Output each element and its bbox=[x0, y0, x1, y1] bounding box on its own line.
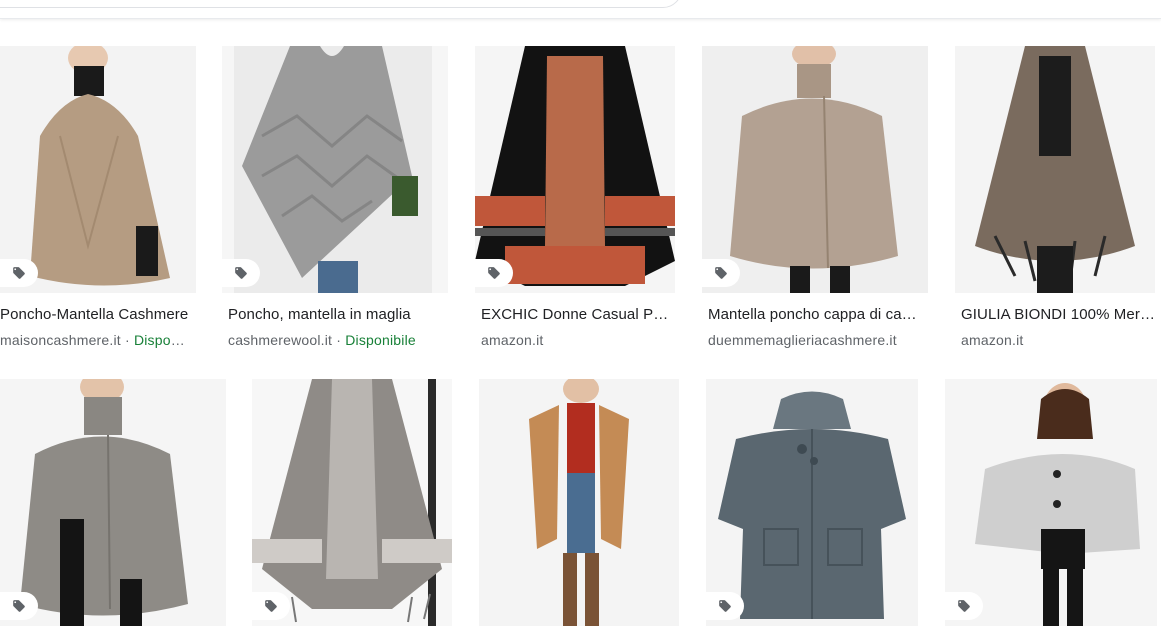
tag-badge bbox=[0, 592, 38, 620]
result-image[interactable] bbox=[706, 379, 918, 626]
tag-icon bbox=[958, 600, 970, 612]
tag-icon bbox=[13, 600, 25, 612]
tag-icon bbox=[235, 267, 247, 279]
result-card-7[interactable] bbox=[252, 379, 452, 637]
result-image[interactable] bbox=[955, 46, 1155, 293]
availability-label: Disponibile bbox=[133, 332, 190, 348]
tag-badge bbox=[945, 592, 983, 620]
result-source: maisoncashmere.it · Disponibile bbox=[0, 332, 190, 348]
result-image[interactable] bbox=[0, 46, 196, 293]
result-card-10[interactable] bbox=[945, 379, 1157, 637]
result-source: duemmemaglieriacashmere.it bbox=[708, 332, 924, 348]
tag-badge bbox=[222, 259, 260, 287]
result-card-8[interactable] bbox=[479, 379, 679, 637]
result-card-5[interactable]: GIULIA BIONDI 100% Merino amazon.it bbox=[955, 46, 1155, 351]
result-source: amazon.it bbox=[481, 332, 673, 348]
result-image[interactable] bbox=[702, 46, 928, 293]
result-title[interactable]: GIULIA BIONDI 100% Merino bbox=[961, 306, 1155, 323]
tag-badge bbox=[0, 259, 38, 287]
result-image[interactable] bbox=[0, 379, 226, 626]
source-domain: duemmemaglieriacashmere.it bbox=[708, 332, 897, 348]
tag-icon bbox=[488, 267, 500, 279]
result-image[interactable] bbox=[479, 379, 679, 626]
source-domain: maisoncashmere.it bbox=[0, 332, 121, 348]
search-box[interactable] bbox=[0, 0, 682, 8]
result-image[interactable] bbox=[222, 46, 448, 293]
result-title[interactable]: Poncho-Mantella Cashmere bbox=[0, 306, 190, 323]
availability-label: Disponibile bbox=[345, 332, 416, 348]
tag-icon bbox=[719, 600, 731, 612]
result-card-1[interactable]: Poncho-Mantella Cashmere maisoncashmere.… bbox=[0, 46, 196, 351]
tag-badge bbox=[252, 592, 290, 620]
result-card-3[interactable]: EXCHIC Donne Casual Poncho amazon.it bbox=[475, 46, 675, 351]
result-card-2[interactable]: Poncho, mantella in maglia cashmerewool.… bbox=[222, 46, 448, 351]
result-source: amazon.it bbox=[961, 332, 1155, 348]
result-card-6[interactable] bbox=[0, 379, 226, 637]
result-card-4[interactable]: Mantella poncho cappa di cashmere duemme… bbox=[702, 46, 928, 351]
tag-badge bbox=[706, 592, 744, 620]
header-bar bbox=[0, 0, 1161, 19]
result-title[interactable]: Poncho, mantella in maglia bbox=[228, 306, 444, 323]
source-domain: amazon.it bbox=[961, 332, 1024, 348]
tag-icon bbox=[265, 600, 277, 612]
separator: · bbox=[332, 332, 346, 348]
source-domain: cashmerewool.it bbox=[228, 332, 333, 348]
tag-badge bbox=[702, 259, 740, 287]
result-image[interactable] bbox=[252, 379, 452, 626]
result-title[interactable]: Mantella poncho cappa di cashmere bbox=[708, 306, 924, 323]
result-source: cashmerewool.it · Disponibile bbox=[228, 332, 444, 348]
result-image[interactable] bbox=[945, 379, 1157, 626]
result-card-9[interactable] bbox=[706, 379, 918, 637]
tag-icon bbox=[715, 267, 727, 279]
separator: · bbox=[120, 332, 134, 348]
result-image[interactable] bbox=[475, 46, 675, 293]
tag-badge bbox=[475, 259, 513, 287]
result-title[interactable]: EXCHIC Donne Casual Poncho bbox=[481, 306, 673, 323]
source-domain: amazon.it bbox=[481, 332, 544, 348]
tag-icon bbox=[13, 267, 25, 279]
